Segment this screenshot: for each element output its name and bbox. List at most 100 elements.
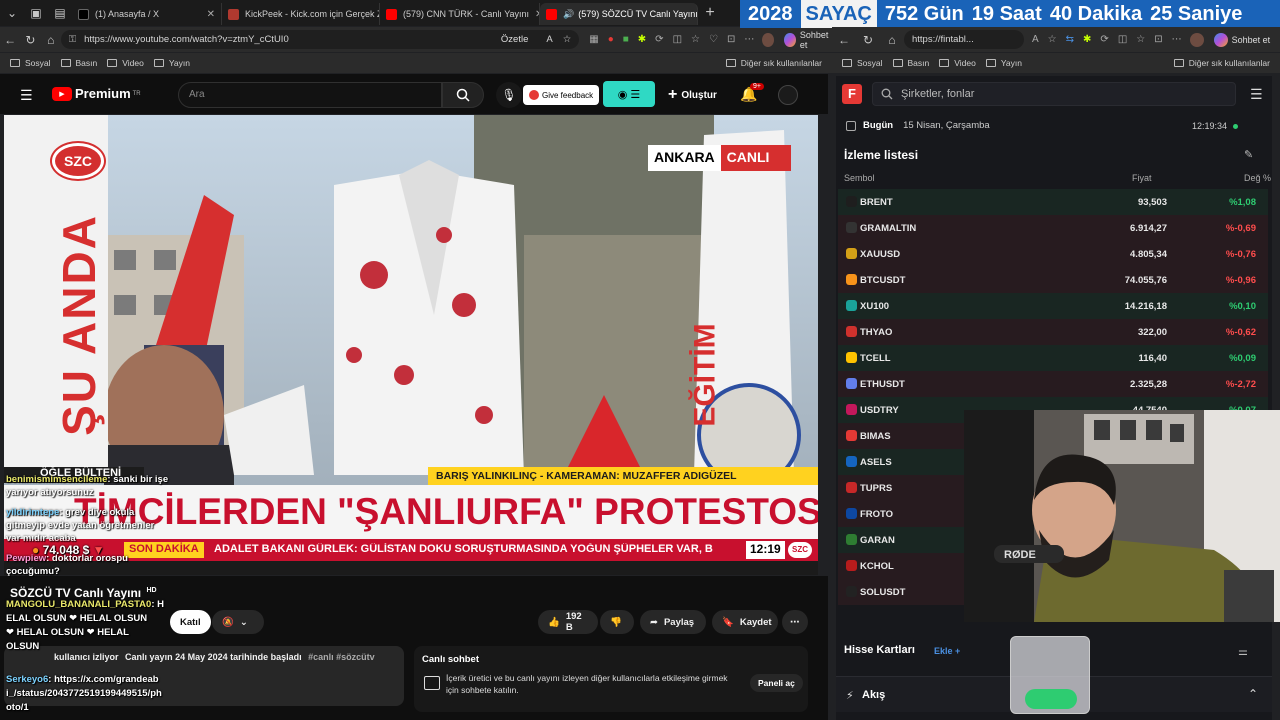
youtube-logo[interactable]: ▶ Premium TR	[52, 86, 141, 101]
close-icon[interactable]: ✕	[529, 9, 539, 20]
tab-menu-icon[interactable]: ⌄	[0, 6, 24, 20]
extension-icon[interactable]: ⟳	[655, 34, 663, 45]
bookmark-folder[interactable]: Video	[107, 58, 144, 68]
back-icon[interactable]: ←	[0, 33, 20, 47]
fintables-logo[interactable]: F	[842, 84, 862, 104]
collections-icon[interactable]: ♡	[709, 34, 718, 45]
url-field[interactable]: https://fintabl...	[904, 30, 1024, 49]
row-price: 6.914,27	[1130, 223, 1167, 234]
join-button[interactable]: Katıl	[170, 610, 211, 634]
bookmark-folder[interactable]: Yayın	[153, 58, 190, 68]
back-icon[interactable]: ←	[832, 33, 856, 47]
col-symbol[interactable]: Sembol	[844, 173, 875, 183]
extension-icon[interactable]: ●	[608, 34, 614, 45]
edit-icon[interactable]: ✎	[1244, 148, 1253, 161]
hamburger-menu-icon[interactable]: ☰	[20, 87, 33, 104]
more-actions-button[interactable]: ⋯	[782, 610, 808, 634]
side-text-label: ŞU ANDA	[53, 214, 106, 436]
bookmark-folder[interactable]: Basın	[892, 58, 929, 68]
read-aloud-icon[interactable]: A	[1032, 34, 1039, 45]
search-input[interactable]: Ara	[178, 82, 442, 108]
close-icon[interactable]: ✕	[201, 9, 215, 20]
profile-avatar[interactable]	[1189, 32, 1204, 47]
other-bookmarks[interactable]: Diğer sık kullanılanlar	[1173, 58, 1270, 68]
vertical-tabs-icon[interactable]: ▤	[48, 6, 72, 20]
hashtags[interactable]: #canlı #sözcütv	[308, 652, 375, 662]
favorites-icon[interactable]: ☆	[691, 34, 700, 45]
split-screen-icon[interactable]: ◫	[673, 34, 682, 45]
extension-toggle-button[interactable]: ◉ ☰	[603, 81, 655, 107]
watchlist-row[interactable]: GRAMALTIN 6.914,27 %-0,69	[838, 215, 1268, 241]
bookmark-folder[interactable]: Video	[939, 58, 976, 68]
filter-icon[interactable]: ⚌	[1238, 645, 1248, 658]
chat-label: Sohbet et	[799, 29, 829, 50]
watchlist-row[interactable]: THYAO 322,00 %-0,62	[838, 319, 1268, 345]
give-feedback-button[interactable]: Give feedback	[523, 85, 600, 105]
extension-icon[interactable]: ⟳	[1100, 34, 1108, 45]
home-icon[interactable]: ⌂	[41, 33, 61, 47]
create-button[interactable]: + Oluştur	[668, 86, 717, 104]
favorites-icon[interactable]: ☆	[1136, 34, 1145, 45]
copilot-chat-button[interactable]: Sohbet et	[1213, 32, 1270, 47]
row-change: %-0,69	[1225, 223, 1256, 234]
dislike-button[interactable]: 👎	[600, 610, 634, 634]
bookmark-folder[interactable]: Sosyal	[10, 58, 51, 68]
profile-avatar[interactable]	[762, 32, 775, 47]
extension-icon[interactable]: ▦	[589, 34, 598, 45]
other-bookmarks[interactable]: Diğer sık kullanılanlar	[725, 58, 822, 68]
bookmark-folder[interactable]: Basın	[60, 58, 97, 68]
more-icon[interactable]: ⋯	[1172, 34, 1182, 45]
split-screen-icon[interactable]: ◫	[1118, 34, 1127, 45]
bookmark-folder[interactable]: Sosyal	[842, 58, 883, 68]
tab-kickpeek[interactable]: KickPeek - Kick.com için Gerçek Za ✕	[222, 3, 380, 25]
share-button[interactable]: ➦ Paylaş	[640, 610, 706, 634]
open-panel-button[interactable]: Paneli aç	[750, 674, 803, 692]
watchlist-row[interactable]: BTCUSDT 74.055,76 %-0,96	[838, 267, 1268, 293]
extensions-icon[interactable]: ⊡	[727, 34, 735, 45]
home-icon[interactable]: ⌂	[880, 33, 904, 47]
copilot-chat-button[interactable]: Sohbet et	[784, 30, 832, 50]
channel-name[interactable]: SÖZCÜ TV Canlı Yayını HD	[10, 586, 157, 600]
collections-icon[interactable]: ⊡	[1154, 34, 1162, 45]
read-aloud-icon[interactable]: A	[546, 34, 552, 45]
chevron-up-icon[interactable]: ⌃	[1248, 687, 1258, 701]
svg-text:RØDE: RØDE	[1004, 549, 1036, 561]
tab-cnnturk[interactable]: (579) CNN TÜRK - Canlı Yayını ✕	[380, 3, 540, 25]
tab-x[interactable]: (1) Anasayfa / X ✕	[72, 3, 222, 25]
watchlist-row[interactable]: XAUUSD 4.805,34 %-0,76	[838, 241, 1268, 267]
watchlist-row[interactable]: XU100 14.216,18 %0,10	[838, 293, 1268, 319]
watchlist-row[interactable]: ETHUSDT 2.325,28 %-2,72	[838, 371, 1268, 397]
account-avatar[interactable]	[778, 85, 798, 105]
summarize-button[interactable]: Özetle	[501, 34, 528, 45]
col-change[interactable]: Değ %	[1244, 173, 1271, 183]
favorite-icon[interactable]: ☆	[563, 34, 572, 45]
subscribed-button[interactable]: 🔕 ⌄	[212, 610, 264, 634]
extension-icon[interactable]: ■	[623, 34, 629, 45]
video-player[interactable]: SZC ŞU ANDA ANKARA CANLI EĞİTİM ÖĞLE BÜL…	[4, 115, 818, 575]
favorite-icon[interactable]: ☆	[1048, 34, 1057, 45]
more-icon[interactable]: ⋯	[744, 34, 754, 45]
channel-title: SÖZCÜ TV Canlı Yayını	[10, 586, 142, 600]
watchlist-row[interactable]: BRENT 93,503 %1,08	[838, 189, 1268, 215]
search-button[interactable]	[442, 82, 484, 108]
audio-icon[interactable]: 🔊	[563, 9, 574, 20]
reload-icon[interactable]: ↻	[856, 33, 880, 47]
tab-sozcu[interactable]: 🔊 (579) SÖZCÜ TV Canlı Yayını ✕	[540, 3, 698, 25]
reload-icon[interactable]: ↻	[20, 33, 40, 47]
menu-icon[interactable]: ☰	[1250, 86, 1263, 103]
save-button[interactable]: 🔖 Kaydet	[712, 610, 778, 634]
watchlist-row[interactable]: TCELL 116,40 %0,09	[838, 345, 1268, 371]
url-field[interactable]: ⚿ https://www.youtube.com/watch?v=ztmY_c…	[60, 30, 580, 49]
add-card-button[interactable]: Ekle +	[934, 646, 960, 656]
like-button[interactable]: 👍 192 B	[538, 610, 598, 634]
extension-icon[interactable]: ✱	[1083, 34, 1091, 45]
bookmark-folder[interactable]: Yayın	[985, 58, 1022, 68]
search-input[interactable]: Şirketler, fonlar	[872, 82, 1236, 106]
workspaces-icon[interactable]: ▣	[24, 6, 48, 20]
col-price[interactable]: Fiyat	[1132, 173, 1152, 183]
new-tab-icon[interactable]: +	[698, 4, 722, 22]
extension-icon[interactable]: ✱	[638, 34, 646, 45]
translate-icon[interactable]: ⇆	[1066, 34, 1074, 45]
asset-icon	[846, 456, 857, 467]
voice-search-icon[interactable]: 🎙	[496, 82, 522, 108]
